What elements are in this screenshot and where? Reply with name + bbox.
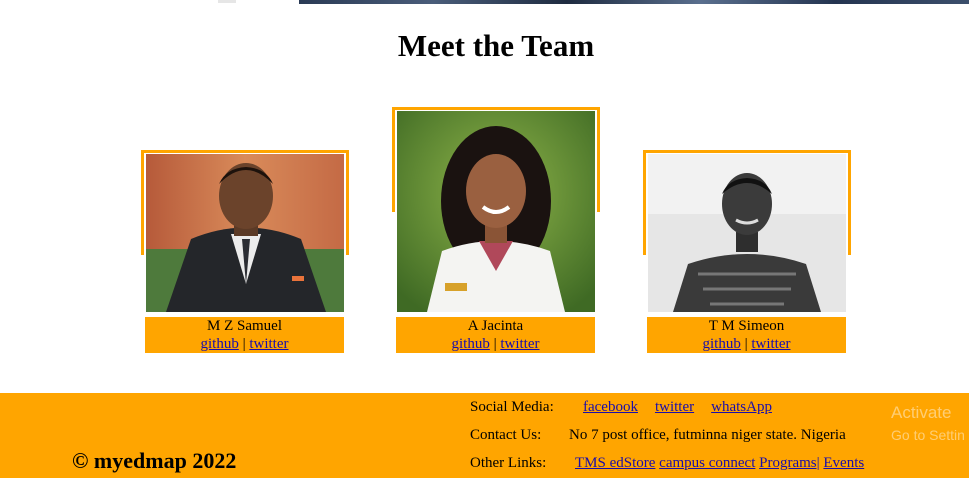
contact-row: Contact Us: No 7 post office, futminna n… [470,427,846,444]
site-footer: © myedmap 2022 Social Media: facebook twi… [0,393,969,478]
link-separator: | [242,336,246,352]
team-photo [648,154,846,312]
member-name: M Z Samuel [207,318,282,334]
hero-image-remnant [0,0,969,4]
hero-gap [218,0,236,3]
github-link[interactable]: github [702,336,740,352]
twitter-link[interactable]: twitter [249,336,288,352]
events-link[interactable]: Events [823,455,864,471]
member-name: A Jacinta [467,318,524,334]
twitter-link[interactable]: twitter [751,336,790,352]
github-link[interactable]: github [200,336,238,352]
campus-connect-link[interactable]: campus connect [659,455,755,471]
twitter-link[interactable]: twitter [500,336,539,352]
contact-address: No 7 post office, futminna niger state. … [569,427,846,443]
copyright-text: © myedmap 2022 [72,448,237,473]
watermark-line-1: Activate [891,403,952,422]
team-caption: T M Simeon github | twitter [647,317,846,353]
team-photo [397,111,595,312]
github-link[interactable]: github [451,336,489,352]
social-media-label: Social Media: [470,399,554,415]
watermark-line-2: Go to Settin [891,427,965,443]
social-media-row: Social Media: facebook twitter whatsApp [470,399,772,416]
link-separator: | [493,336,497,352]
activation-watermark: Activate Go to Settin [891,402,965,446]
other-links-label: Other Links: [470,455,547,471]
facebook-link[interactable]: facebook [583,399,638,415]
page-title: Meet the Team [397,28,595,63]
link-separator: | [744,336,748,352]
team-caption: M Z Samuel github | twitter [145,317,344,353]
whatsapp-link[interactable]: whatsApp [711,399,772,415]
programs-link[interactable]: Programs| [759,455,820,471]
team-caption: A Jacinta github | twitter [396,317,595,353]
other-links-row: Other Links: TMS edStore campus connect … [470,455,864,472]
tms-edstore-link[interactable]: TMS edStore [575,455,655,471]
contact-label: Contact Us: [470,427,542,443]
member-name: T M Simeon [708,318,785,334]
hero-image [299,0,969,4]
team-photo [146,154,344,312]
twitter-link[interactable]: twitter [655,399,694,415]
